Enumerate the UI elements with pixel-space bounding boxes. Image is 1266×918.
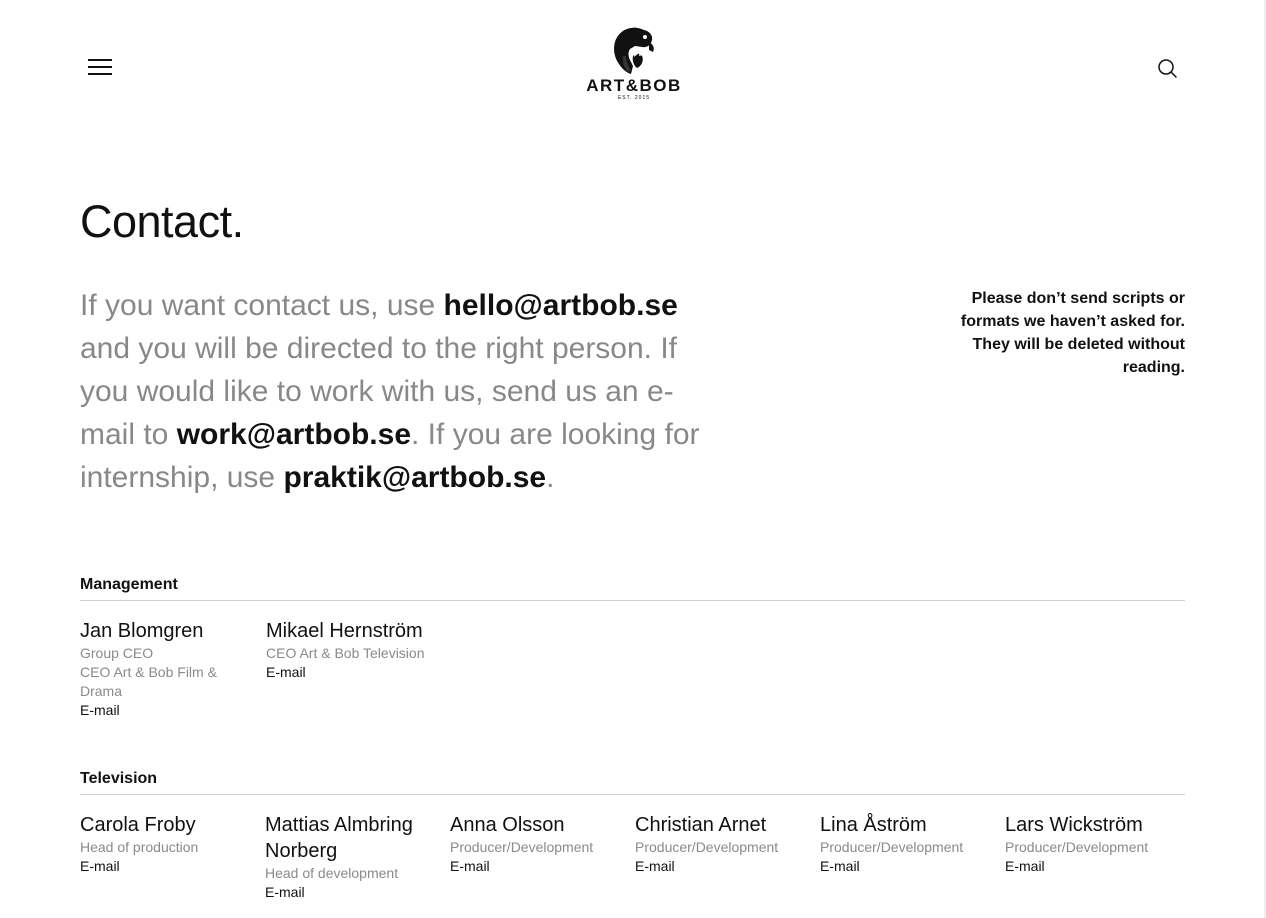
person-name: Mikael Hernström bbox=[266, 620, 423, 642]
person-card: Jan Blomgren Group CEO CEO Art & Bob Fil… bbox=[80, 618, 266, 720]
hamburger-menu-icon[interactable] bbox=[88, 58, 112, 75]
person-email-link[interactable]: E-mail bbox=[266, 663, 440, 682]
person-role: Group CEO bbox=[80, 645, 154, 661]
intro-part-4: . bbox=[546, 461, 555, 494]
person-card: Carola Froby Head of production E-mail bbox=[80, 812, 265, 902]
person-role: Head of production bbox=[80, 839, 199, 855]
scripts-notice: Please don’t send scripts or formats we … bbox=[960, 290, 1185, 376]
person-card: Mattias Almbring Norberg Head of develop… bbox=[265, 812, 450, 902]
person-role: Producer/Development bbox=[450, 839, 594, 855]
site-header: ART&BOB EST. 2015 bbox=[0, 0, 1266, 130]
person-role: Producer/Development bbox=[1005, 839, 1149, 855]
praktik-email-link[interactable]: praktik@artbob.se bbox=[283, 461, 546, 494]
person-name: Anna Olsson bbox=[450, 814, 565, 836]
person-name: Lars Wickström bbox=[1005, 814, 1143, 836]
management-heading: Management bbox=[80, 576, 1185, 601]
person-card: Mikael Hernström CEO Art & Bob Televisio… bbox=[266, 618, 452, 720]
person-role: Producer/Development bbox=[635, 839, 779, 855]
person-email-link[interactable]: E-mail bbox=[820, 857, 993, 876]
person-email-link[interactable]: E-mail bbox=[635, 857, 808, 876]
intro-part-1: If you want contact us, use bbox=[80, 289, 444, 322]
person-card: Christian Arnet Producer/Development E-m… bbox=[635, 812, 820, 902]
dog-logo-icon bbox=[614, 27, 654, 74]
person-name: Jan Blomgren bbox=[80, 620, 204, 642]
person-card: Anna Olsson Producer/Development E-mail bbox=[450, 812, 635, 902]
person-role: Producer/Development bbox=[820, 839, 964, 855]
logo-wordmark: ART&BOB bbox=[586, 76, 682, 95]
person-role: CEO Art & Bob Television bbox=[266, 645, 425, 661]
hello-email-link[interactable]: hello@artbob.se bbox=[444, 289, 678, 322]
person-email-link[interactable]: E-mail bbox=[80, 701, 254, 720]
person-email-link[interactable]: E-mail bbox=[80, 857, 253, 876]
person-email-link[interactable]: E-mail bbox=[1005, 857, 1178, 876]
person-email-link[interactable]: E-mail bbox=[265, 883, 438, 902]
television-heading: Television bbox=[80, 770, 1185, 795]
person-card: Lars Wickström Producer/Development E-ma… bbox=[1005, 812, 1190, 902]
management-list: Jan Blomgren Group CEO CEO Art & Bob Fil… bbox=[80, 618, 1190, 720]
person-name: Lina Åström bbox=[820, 814, 927, 836]
person-role: CEO Art & Bob Film & Drama bbox=[80, 664, 217, 699]
person-email-link[interactable]: E-mail bbox=[450, 857, 623, 876]
logo-est: EST. 2015 bbox=[617, 95, 651, 101]
person-card: Lina Åström Producer/Development E-mail bbox=[820, 812, 1005, 902]
site-logo[interactable]: ART&BOB EST. 2015 bbox=[583, 26, 685, 110]
work-email-link[interactable]: work@artbob.se bbox=[177, 418, 411, 451]
television-list: Carola Froby Head of production E-mail M… bbox=[80, 812, 1190, 902]
person-name: Christian Arnet bbox=[635, 814, 767, 836]
page-title: Contact. bbox=[80, 196, 244, 247]
search-icon[interactable] bbox=[1156, 57, 1178, 79]
person-name: Mattias Almbring Norberg bbox=[265, 814, 413, 862]
intro-text: If you want contact us, use hello@artbob… bbox=[80, 284, 720, 499]
person-name: Carola Froby bbox=[80, 814, 196, 836]
person-role: Head of development bbox=[265, 865, 399, 881]
